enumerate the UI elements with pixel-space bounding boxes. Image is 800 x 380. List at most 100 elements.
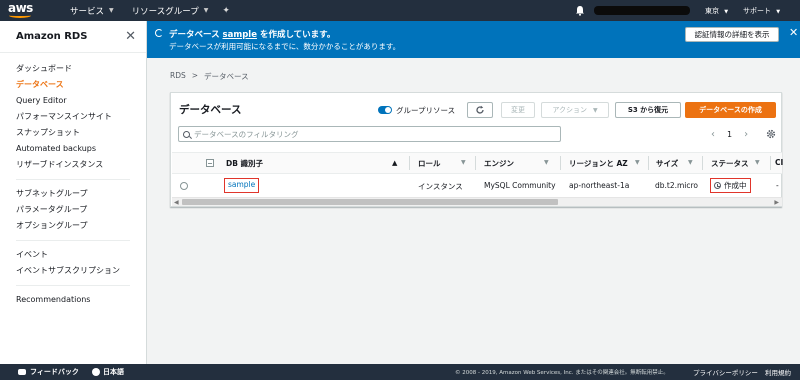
copyright-text: © 2008 - 2019, Amazon Web Services, Inc.… — [455, 370, 669, 376]
sidebar-item-automated-backups[interactable]: Automated backups — [0, 141, 146, 157]
refresh-icon — [476, 105, 484, 114]
horizontal-scrollbar[interactable]: ◀ ▶ — [172, 197, 782, 206]
status-text: 作成中 — [724, 181, 747, 190]
services-menu[interactable]: サービス ▼ — [70, 5, 114, 17]
search-icon — [183, 130, 190, 138]
close-icon[interactable]: ✕ — [789, 26, 798, 39]
cell-region-az: ap-northeast-1a — [569, 181, 630, 190]
sidebar-title: Amazon RDS — [16, 31, 88, 42]
resource-groups-label: リソースグループ — [131, 6, 199, 17]
sidebar-item-snapshots[interactable]: スナップショット — [0, 125, 146, 141]
sidebar-item-recommendations[interactable]: Recommendations — [0, 292, 146, 308]
cell-engine: MySQL Community — [484, 181, 556, 190]
terms-of-use-link[interactable]: 利用規約 — [765, 367, 791, 377]
status-badge: 作成中 — [710, 178, 751, 193]
flash-message: データベースが利用可能になるまでに、数分かかることがあります。 — [169, 42, 401, 51]
bell-icon[interactable] — [575, 5, 585, 16]
column-header-db-id[interactable]: DB 識別子 — [226, 158, 263, 169]
chevron-down-icon: ▼ — [109, 7, 114, 14]
panel-title: データベース — [179, 104, 242, 116]
flash-title: データベース sample を作成しています。 — [169, 28, 335, 40]
sidebar-item-parameter-groups[interactable]: パラメータグループ — [0, 202, 146, 218]
aws-smile-icon — [9, 13, 31, 18]
expand-all-checkbox[interactable] — [206, 159, 214, 167]
resource-groups-menu[interactable]: リソースグループ ▼ — [132, 5, 209, 17]
breadcrumb-separator: > — [191, 71, 199, 80]
sidebar-item-performance-insights[interactable]: パフォーマンスインサイト — [0, 109, 146, 125]
column-label: エンジン — [484, 159, 514, 168]
sidebar-item-query-editor[interactable]: Query Editor — [0, 93, 146, 109]
aws-logo[interactable]: aws — [8, 0, 46, 21]
sidebar-item-events[interactable]: イベント — [0, 247, 146, 263]
creating-flash-banner: データベース sample を作成しています。 データベースが利用可能になるまで… — [147, 21, 800, 58]
create-database-button[interactable]: データベースの作成 — [685, 102, 776, 118]
privacy-policy-link[interactable]: プライバシーポリシー — [693, 367, 758, 377]
row-select-radio[interactable] — [180, 182, 188, 190]
region-menu[interactable]: 東京 ▼ — [705, 6, 728, 16]
support-label: サポート — [743, 7, 771, 15]
next-page-icon[interactable]: › — [744, 129, 748, 140]
breadcrumb-current: データベース — [204, 72, 249, 81]
restore-from-s3-button[interactable]: S3 から復元 — [615, 102, 681, 118]
cell-size: db.t2.micro — [655, 181, 699, 190]
sidebar-item-dashboard[interactable]: ダッシュボード — [0, 61, 146, 77]
globe-icon — [92, 368, 100, 376]
column-header-role[interactable]: ロール — [418, 158, 441, 169]
pagination: ‹ 1 › — [711, 129, 748, 140]
chevron-down-icon: ▼ — [203, 7, 209, 14]
language-label: 日本語 — [103, 368, 124, 376]
breadcrumb: RDS > データベース — [170, 71, 249, 82]
scroll-left-icon[interactable]: ◀ — [174, 199, 179, 206]
modify-button[interactable]: 変更 — [501, 102, 535, 118]
sidebar: Amazon RDS ✕ ダッシュボード データベース Query Editor… — [0, 21, 147, 364]
sidebar-header: Amazon RDS ✕ — [0, 21, 146, 53]
column-header-region-az[interactable]: リージョンと AZ — [569, 158, 628, 169]
gear-icon[interactable] — [766, 129, 776, 139]
sidebar-nav: ダッシュボード データベース Query Editor パフォーマンスインサイト… — [0, 53, 146, 308]
loading-spinner-icon — [155, 29, 163, 37]
caret-down-icon: ▼ — [593, 106, 598, 114]
sidebar-item-subnet-groups[interactable]: サブネットグループ — [0, 186, 146, 202]
page-number[interactable]: 1 — [727, 130, 732, 139]
column-header-ci[interactable]: CI — [775, 158, 783, 167]
column-label: ロール — [418, 159, 441, 168]
view-credentials-button[interactable]: 認証情報の詳細を表示 — [685, 27, 779, 42]
top-navigation: aws サービス ▼ リソースグループ ▼ ✦ 東京 ▼ サポート ▼ — [0, 0, 800, 21]
account-menu-redacted[interactable] — [594, 6, 690, 15]
sidebar-divider — [16, 179, 130, 180]
db-identifier-link[interactable]: sample — [224, 178, 260, 193]
support-menu[interactable]: サポート ▼ — [743, 6, 780, 16]
feedback-button[interactable]: フィードバック — [18, 367, 79, 377]
filter-databases-input[interactable] — [194, 129, 534, 139]
refresh-button[interactable] — [467, 102, 493, 118]
sidebar-divider — [16, 240, 130, 241]
chevron-down-icon: ▼ — [776, 9, 781, 15]
sidebar-item-option-groups[interactable]: オプショングループ — [0, 218, 146, 234]
scrollbar-thumb[interactable] — [182, 199, 558, 205]
language-selector[interactable]: 日本語 — [92, 367, 124, 377]
sidebar-item-reserved-instances[interactable]: リザーブドインスタンス — [0, 157, 146, 173]
column-header-size[interactable]: サイズ — [656, 158, 678, 169]
flash-db-link[interactable]: sample — [223, 30, 257, 40]
column-divider — [770, 156, 771, 170]
scroll-right-icon[interactable]: ▶ — [774, 199, 779, 206]
sidebar-item-event-subscriptions[interactable]: イベントサブスクリプション — [0, 263, 146, 279]
databases-panel: データベース グループリソース 変更 アクション ▼ S3 から復元 データベー… — [170, 92, 783, 207]
breadcrumb-rds-link[interactable]: RDS — [170, 71, 186, 82]
group-resources-toggle[interactable] — [378, 106, 392, 114]
prev-page-icon[interactable]: ‹ — [711, 129, 715, 140]
footer: フィードバック 日本語 © 2008 - 2019, Amazon Web Se… — [0, 364, 800, 380]
column-label: DB 識別子 — [226, 159, 264, 168]
actions-label: アクション — [552, 106, 588, 114]
services-label: サービス — [70, 6, 105, 17]
pin-icon[interactable]: ✦ — [222, 6, 230, 16]
column-header-engine[interactable]: エンジン — [484, 158, 514, 169]
close-icon[interactable]: ✕ — [125, 29, 136, 44]
pending-clock-icon — [714, 182, 721, 189]
sort-ascending-icon[interactable]: ▲ — [392, 158, 397, 167]
column-header-status[interactable]: ステータス — [711, 158, 749, 169]
sidebar-item-databases[interactable]: データベース — [0, 77, 146, 93]
feedback-label: フィードバック — [30, 368, 79, 376]
column-divider — [475, 156, 476, 170]
actions-dropdown[interactable]: アクション ▼ — [541, 102, 609, 118]
